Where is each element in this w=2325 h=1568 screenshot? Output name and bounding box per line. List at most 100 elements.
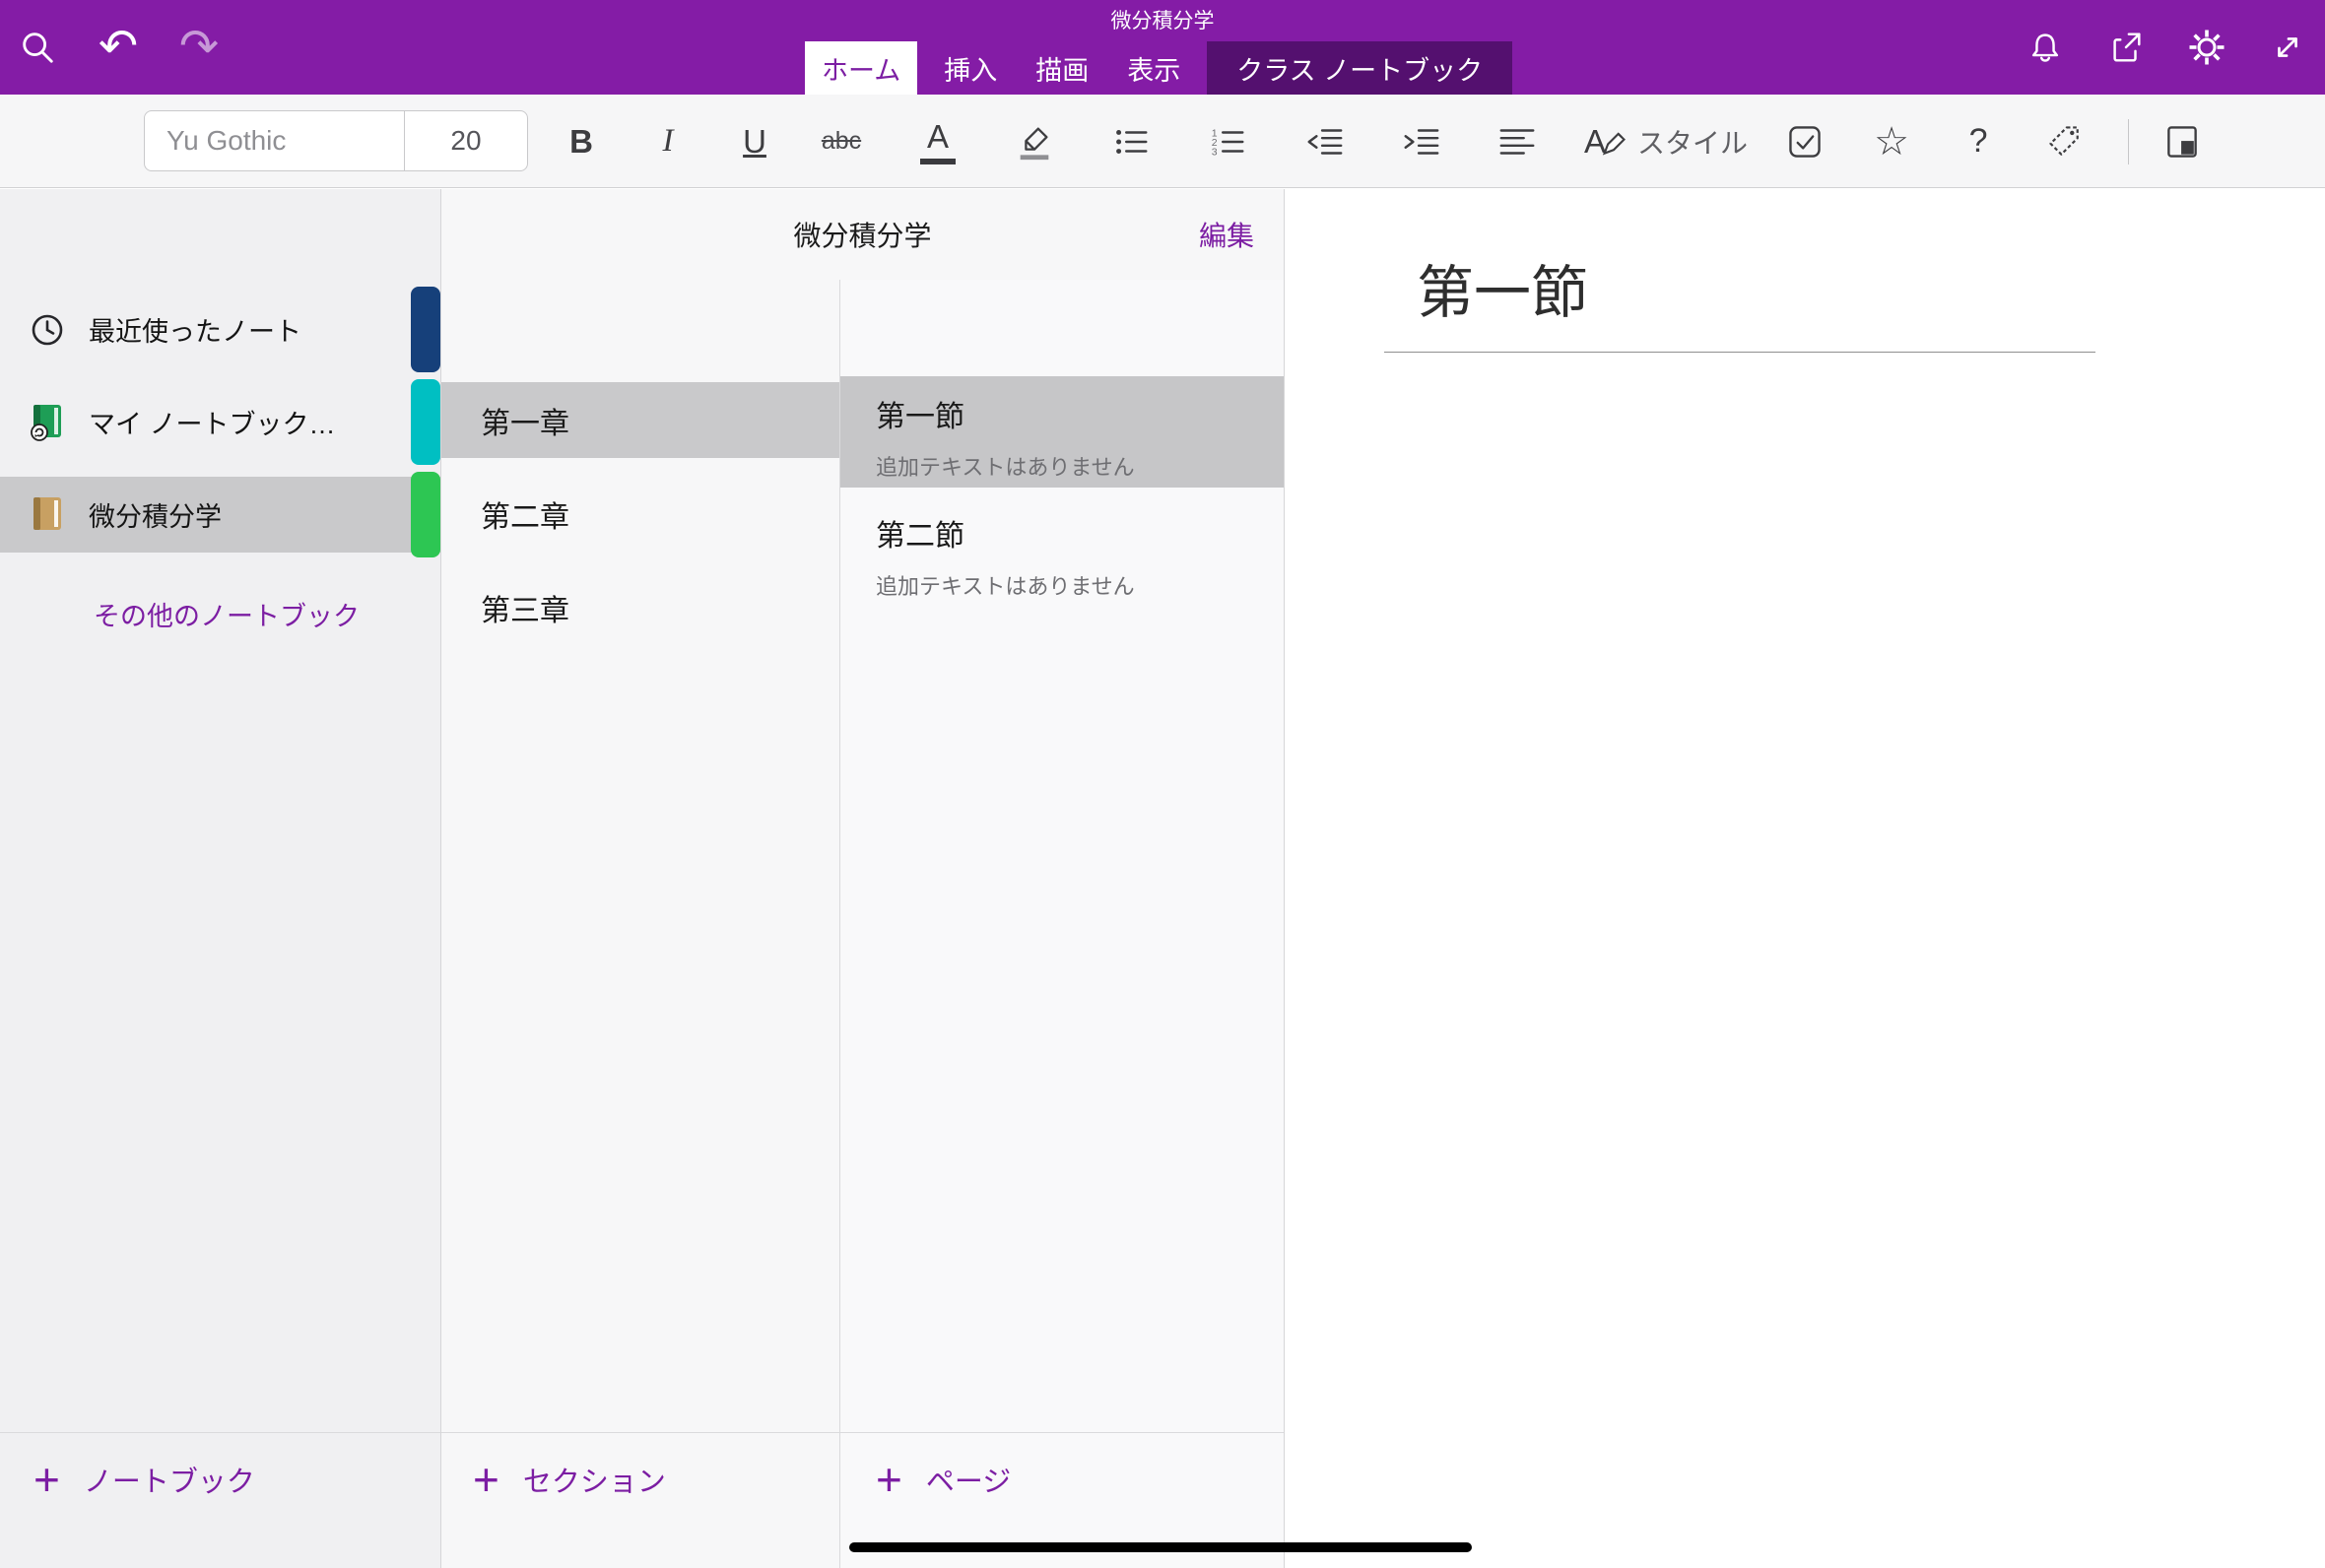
redo-icon: ↷ (179, 28, 219, 67)
important-tag-button[interactable]: ☆ (1864, 109, 1919, 174)
topbar-left-icons: ↶ ↷ (18, 0, 219, 95)
indent-button[interactable] (1393, 109, 1448, 174)
outdent-button[interactable] (1296, 109, 1352, 174)
page-item-subtitle: 追加テキストはありません (876, 569, 1284, 601)
strikethrough-icon: abc (822, 127, 861, 156)
page-title-underline (1384, 352, 2095, 353)
page-list: 第一節 追加テキストはありません 第二節 追加テキストはありません (840, 376, 1284, 615)
section-item-chapter1[interactable]: 第一章 (441, 382, 839, 458)
plus-icon: + (876, 1457, 902, 1502)
top-bar: 微分積分学 ↶ ↷ ホーム 挿入 描画 表示 クラス ノートブック (0, 0, 2325, 95)
bullet-list-button[interactable] (1103, 109, 1159, 174)
topbar-right-icons (2026, 0, 2307, 95)
format-toolbar: Yu Gothic 20 B I U abc A 123 (0, 95, 2325, 188)
share-button[interactable] (2106, 28, 2146, 67)
bold-button[interactable]: B (554, 109, 609, 174)
section-item-chapter3[interactable]: 第三章 (441, 569, 839, 645)
clock-icon (26, 308, 69, 352)
indent-icon (1400, 121, 1441, 163)
fullscreen-button[interactable] (2268, 28, 2307, 67)
font-control: Yu Gothic 20 (144, 110, 528, 171)
expand-icon (2269, 29, 2306, 66)
pages-column: 第一節 追加テキストはありません 第二節 追加テキストはありません + ページ (840, 280, 1284, 1568)
add-notebook-button[interactable]: + ノートブック (0, 1433, 440, 1502)
align-left-icon (1496, 121, 1538, 163)
todo-tag-button[interactable] (1777, 109, 1832, 174)
question-tag-button[interactable]: ? (1951, 109, 2006, 174)
page-item-title: 第一節 (876, 392, 1284, 435)
sidebar-item-recent-notes[interactable]: 最近使ったノート (0, 292, 440, 367)
tag-icon (2045, 122, 2085, 162)
numbered-list-icon: 123 (1207, 121, 1248, 163)
sections-column: 第一章 第二章 第三章 + セクション (441, 280, 840, 1568)
notebook-icon (26, 493, 69, 537)
todo-checkbox-icon (1785, 122, 1825, 162)
sidebar-item-calculus-notebook[interactable]: 微分積分学 (0, 477, 440, 553)
highlight-button[interactable] (1007, 109, 1062, 174)
page-item-section1[interactable]: 第一節 追加テキストはありません (840, 376, 1284, 488)
sections-pages-panel: 微分積分学 編集 第一章 第二章 第三章 + セクション (441, 189, 1285, 1568)
bold-icon: B (569, 123, 593, 161)
notebook-sync-icon (26, 401, 69, 444)
page-item-section2[interactable]: 第二節 追加テキストはありません (840, 495, 1284, 607)
tab-view[interactable]: 表示 (1115, 41, 1192, 95)
sections-footer: + セクション (441, 1432, 839, 1568)
font-size-select[interactable]: 20 (404, 111, 527, 170)
font-color-bar (920, 159, 956, 164)
add-page-label: ページ (926, 1459, 1011, 1500)
font-color-button[interactable]: A (910, 109, 965, 174)
bell-icon (2026, 29, 2064, 66)
tab-draw[interactable]: 描画 (1024, 41, 1100, 95)
sidebar-item-label: 最近使ったノート (89, 310, 301, 349)
search-icon (19, 29, 56, 66)
bullet-list-icon (1110, 121, 1152, 163)
add-section-button[interactable]: + セクション (441, 1433, 839, 1502)
numbered-list-button[interactable]: 123 (1200, 109, 1255, 174)
gear-icon (2187, 28, 2226, 67)
notebook-color-tab (411, 287, 440, 372)
toolbar-buttons: B I U abc A 123 (554, 95, 2241, 188)
styles-pen-icon (1600, 128, 1628, 156)
section-item-chapter2[interactable]: 第二章 (441, 476, 839, 552)
redo-button[interactable]: ↷ (179, 28, 219, 67)
page-editor[interactable]: 第一節 (1285, 189, 2325, 1568)
notifications-button[interactable] (2026, 28, 2065, 67)
edit-button[interactable]: 編集 (1199, 189, 1254, 280)
italic-button[interactable]: I (640, 109, 696, 174)
notebook-title: 微分積分学 (793, 215, 931, 254)
plus-icon: + (33, 1457, 60, 1502)
underline-icon: U (743, 123, 766, 161)
tab-home[interactable]: ホーム (805, 41, 917, 95)
panel-body: 第一章 第二章 第三章 + セクション 第一節 (441, 280, 1284, 1568)
styles-label: スタイル (1637, 122, 1748, 162)
strikethrough-button[interactable]: abc (814, 109, 869, 174)
page-title-field[interactable]: 第一節 (1417, 246, 1588, 329)
font-name-select[interactable]: Yu Gothic (145, 125, 404, 157)
alignment-button[interactable] (1490, 109, 1545, 174)
home-indicator[interactable] (849, 1542, 1472, 1552)
notebook-color-tab (411, 379, 440, 465)
sticky-note-icon (2162, 122, 2202, 162)
sidebar-item-my-notebook[interactable]: マイ ノートブック… (0, 384, 440, 460)
undo-button[interactable]: ↶ (99, 28, 138, 67)
settings-button[interactable] (2187, 28, 2226, 67)
add-page-button[interactable]: + ページ (840, 1433, 1284, 1502)
add-notebook-label: ノートブック (84, 1459, 255, 1500)
tab-class-notebook[interactable]: クラス ノートブック (1207, 41, 1512, 95)
highlighter-icon (1014, 121, 1055, 163)
tab-insert[interactable]: 挿入 (932, 41, 1009, 95)
sidebar-item-label: マイ ノートブック… (89, 403, 336, 441)
sidebar-item-label: 微分積分学 (89, 495, 222, 534)
styles-button[interactable]: A スタイル (1584, 122, 1748, 162)
sticky-note-button[interactable] (2155, 109, 2210, 174)
main-columns: 最近使ったノート マイ ノートブック… 微分積分学 その他のノートブック + (0, 189, 2325, 1568)
page-item-title: 第二節 (876, 511, 1284, 555)
underline-button[interactable]: U (727, 109, 782, 174)
question-mark-icon: ? (1969, 122, 1988, 161)
section-list: 第一章 第二章 第三章 (441, 382, 839, 663)
search-button[interactable] (18, 28, 57, 67)
onenote-app: 微分積分学 ↶ ↷ ホーム 挿入 描画 表示 クラス ノートブック (0, 0, 2325, 1568)
more-notebooks-link[interactable]: その他のノートブック (94, 595, 360, 633)
plus-icon: + (473, 1457, 499, 1502)
custom-tag-button[interactable] (2037, 109, 2092, 174)
